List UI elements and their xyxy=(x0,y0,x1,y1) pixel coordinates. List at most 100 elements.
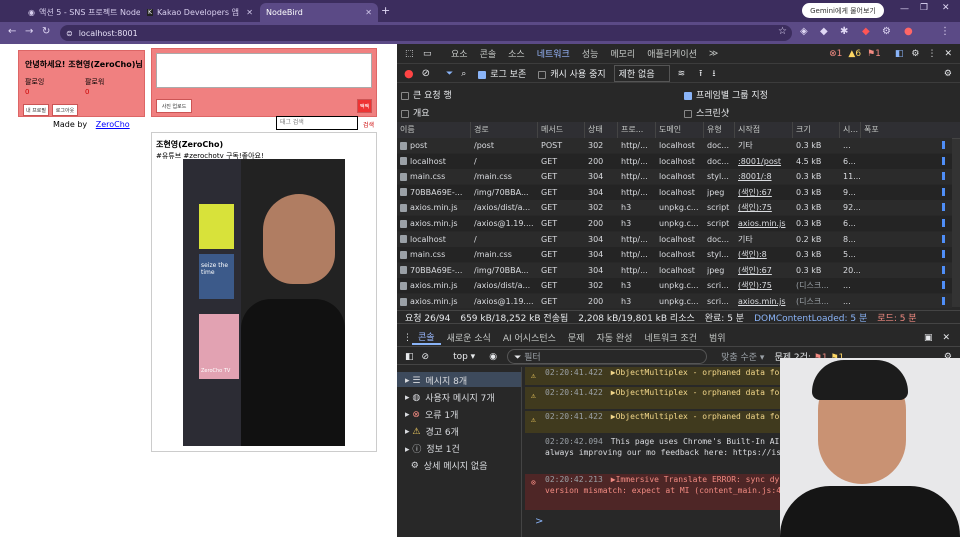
author-link[interactable]: ZeroCho xyxy=(96,120,130,129)
col-time[interactable]: 시... xyxy=(840,122,861,138)
extension-icon[interactable]: ◆ xyxy=(820,26,828,37)
minimize-icon[interactable]: — xyxy=(900,4,909,14)
puzzle-icon[interactable]: ⚙ xyxy=(882,26,891,37)
table-row[interactable]: localhost / GET 200 http/... localhost doc...:… xyxy=(397,153,952,169)
overview-checkbox[interactable]: 개요 xyxy=(401,106,430,119)
table-row[interactable]: localhost / GET 304 http/... localhost doc... 기… xyxy=(397,231,952,247)
drawer-tab-whats-new[interactable]: 새로운 소식 xyxy=(441,331,497,344)
console-filter-input[interactable]: ⏷ 필터 xyxy=(507,349,708,364)
console-prompt[interactable]: > xyxy=(535,516,543,527)
reload-icon[interactable]: ↻ xyxy=(42,26,50,37)
url-bar[interactable]: ⊜ localhost:8001 xyxy=(60,25,792,41)
sidebar-item-verbose[interactable]: ⚙ 상세 메시지 없음 xyxy=(405,459,488,473)
ai-icon[interactable]: ◧ xyxy=(895,49,904,59)
col-type[interactable]: 유형 xyxy=(704,122,735,138)
close-devtools-icon[interactable]: ✕ xyxy=(944,49,952,59)
tab-kakao[interactable]: K Kakao Developers 앱 ✕ xyxy=(141,3,259,22)
new-tab-button[interactable]: + xyxy=(381,4,390,17)
table-row[interactable]: 70BBA69E-... /img/70BBA... GET 304 http/... l… xyxy=(397,262,952,278)
table-row[interactable]: axios.min.js/axios/dist/a... GET 302 h3 unpk… xyxy=(397,278,952,294)
sidebar-item-errors[interactable]: ▸ ⊗ 오류 1개 xyxy=(405,408,458,422)
clear-icon[interactable]: ⊘ xyxy=(422,68,430,79)
table-row[interactable]: axios.min.js/axios@1.19.... GET 200 h3 unpkg… xyxy=(397,216,952,231)
forward-icon[interactable]: → xyxy=(25,26,33,37)
drawer-tab-ai[interactable]: AI 어시스턴스 xyxy=(497,331,562,344)
sidebar-item-messages[interactable]: ▸ ☰ 메시지 8개 xyxy=(405,374,467,388)
close-drawer-icon[interactable]: ✕ xyxy=(942,333,950,343)
tab-network[interactable]: 네트워크 xyxy=(531,47,576,60)
issues-badge[interactable]: ⚑1 xyxy=(867,49,881,59)
sidebar-item-warnings[interactable]: ▸ ⚠ 경고 6개 xyxy=(405,425,459,439)
record-icon[interactable]: ● xyxy=(404,67,414,80)
drawer-menu-icon[interactable]: ⋮ xyxy=(403,333,412,343)
sidebar-toggle-icon[interactable]: ◧ xyxy=(405,352,414,362)
table-row[interactable]: axios.min.js/axios@1.19.... GET 200 h3 unpkg… xyxy=(397,294,952,308)
disable-cache-checkbox[interactable]: 캐시 사용 중지 xyxy=(538,67,606,80)
search-icon[interactable]: ⌕ xyxy=(461,69,466,79)
window-close-icon[interactable]: ✕ xyxy=(942,3,950,13)
col-size[interactable]: 크기 xyxy=(793,122,840,138)
back-icon[interactable]: ← xyxy=(8,26,16,37)
gemini-button[interactable]: Gemini에게 물어보기 xyxy=(802,3,884,18)
network-scrollbar[interactable] xyxy=(952,139,960,307)
drawer-tab-network-conditions[interactable]: 네트워크 조건 xyxy=(638,331,703,344)
extension-icon[interactable]: ✱ xyxy=(840,26,848,37)
tab-console[interactable]: 콘솔 xyxy=(474,47,503,60)
col-name[interactable]: 이름 xyxy=(397,122,471,138)
drawer-tab-console[interactable]: 콘솔 xyxy=(412,330,441,345)
extension-icon[interactable]: ◆ xyxy=(862,26,870,37)
drawer-tab-coverage[interactable]: 범위 xyxy=(703,331,732,344)
network-conditions-icon[interactable]: ≋ xyxy=(678,69,686,79)
drawer-tab-autofill[interactable]: 자동 완성 xyxy=(590,331,638,344)
network-settings-icon[interactable]: ⚙ xyxy=(944,69,952,79)
import-icon[interactable]: ⭱ xyxy=(699,66,702,82)
big-rows-checkbox[interactable]: 큰 요청 행 xyxy=(401,88,452,101)
filter-icon[interactable]: ⏷ xyxy=(446,69,453,79)
table-row[interactable]: post/post POST 302 http/... localhost doc... 기… xyxy=(397,138,952,153)
logout-button[interactable]: 로그아웃 xyxy=(52,104,78,116)
group-by-frame-checkbox[interactable]: 프레임별 그룹 지정 xyxy=(684,88,768,101)
context-select[interactable]: top ▾ xyxy=(449,352,479,362)
tweet-textarea[interactable] xyxy=(156,53,372,88)
tab-memory[interactable]: 메모리 xyxy=(604,47,641,60)
bookmark-star-icon[interactable]: ☆ xyxy=(778,26,787,37)
my-profile-button[interactable]: 내 프로필 xyxy=(23,104,49,116)
screenshot-checkbox[interactable]: 스크린샷 xyxy=(684,106,729,119)
col-path[interactable]: 경로 xyxy=(471,122,538,138)
preserve-log-checkbox[interactable]: 로그 보존 xyxy=(478,67,526,80)
table-row[interactable]: axios.min.js/axios/dist/a... GET 302 h3 unpk… xyxy=(397,200,952,216)
col-method[interactable]: 메서드 xyxy=(538,122,585,138)
restore-icon[interactable]: ❐ xyxy=(920,3,928,13)
sidebar-item-user-messages[interactable]: ▸ ◍ 사용자 메시지 7개 xyxy=(405,391,495,405)
col-domain[interactable]: 도메인 xyxy=(656,122,704,138)
upload-photo-button[interactable]: 사진 업로드 xyxy=(156,99,192,113)
dock-icon[interactable]: ▣ xyxy=(924,333,933,343)
drawer-tab-issues[interactable]: 문제 xyxy=(562,331,591,344)
eye-icon[interactable]: ◉ xyxy=(489,352,497,362)
tab-sources[interactable]: 소스 xyxy=(502,47,531,60)
error-badge[interactable]: ⊗1 xyxy=(829,49,842,59)
site-info-icon[interactable]: ⊜ xyxy=(66,29,73,38)
tweet-submit-button[interactable]: 짹짹 xyxy=(357,99,372,113)
table-row[interactable]: 70BBA69E-... /img/70BBA... GET 304 http/... l… xyxy=(397,184,952,200)
tab-application[interactable]: 애플리케이션 xyxy=(641,47,703,60)
search-button[interactable]: 검색 xyxy=(363,120,374,129)
warning-badge[interactable]: ▲6 xyxy=(848,49,861,59)
tab-performance[interactable]: 성능 xyxy=(576,47,605,60)
close-icon[interactable]: ✕ xyxy=(246,8,253,17)
menu-icon[interactable]: ⋮ xyxy=(940,26,950,37)
close-icon[interactable]: ✕ xyxy=(365,8,372,17)
inspect-icon[interactable]: ⬚ xyxy=(405,49,423,59)
col-initiator[interactable]: 시작점 xyxy=(735,122,793,138)
extension-icon[interactable]: ◈ xyxy=(800,26,808,37)
tab-nodebird[interactable]: NodeBird ✕ xyxy=(260,3,378,22)
col-waterfall[interactable]: 폭포 xyxy=(861,122,952,138)
settings-icon[interactable]: ⚙ xyxy=(911,49,919,59)
table-row[interactable]: main.css/main.css GET 304 http/... localhost… xyxy=(397,169,952,185)
throttle-select[interactable]: 제한 없음 xyxy=(613,65,670,82)
more-tabs-icon[interactable]: ≫ xyxy=(703,49,724,59)
export-icon[interactable]: ⭳ xyxy=(712,66,715,82)
device-toolbar-icon[interactable]: ▭ xyxy=(423,49,445,59)
devtools-menu-icon[interactable]: ⋮ xyxy=(927,49,936,59)
hashtag-search-input[interactable] xyxy=(276,116,358,130)
